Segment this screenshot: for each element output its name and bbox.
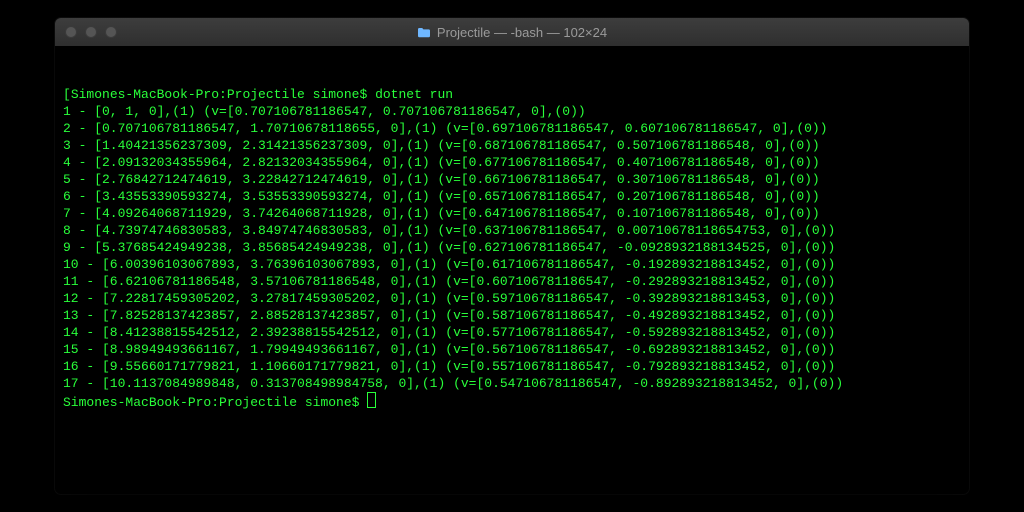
folder-icon bbox=[417, 27, 431, 38]
prompt-host: Simones-MacBook-Pro:Projectile simone$ bbox=[71, 87, 367, 102]
window-controls bbox=[65, 26, 117, 38]
output-line: 17 - [10.1137084989848, 0.31370849898475… bbox=[63, 375, 961, 392]
output-line: 2 - [0.707106781186547, 1.70710678118655… bbox=[63, 120, 961, 137]
terminal-window: Projectile — -bash — 102×24 [Simones-Mac… bbox=[55, 18, 969, 494]
output-line: 11 - [6.62106781186548, 3.57106781186548… bbox=[63, 273, 961, 290]
window-title-text: Projectile — -bash — 102×24 bbox=[437, 25, 607, 40]
output-line: 7 - [4.09264068711929, 3.74264068711928,… bbox=[63, 205, 961, 222]
prompt-line: [Simones-MacBook-Pro:Projectile simone$ … bbox=[63, 86, 961, 103]
output-line: 12 - [7.22817459305202, 3.27817459305202… bbox=[63, 290, 961, 307]
output-line: 10 - [6.00396103067893, 3.76396103067893… bbox=[63, 256, 961, 273]
minimize-icon[interactable] bbox=[85, 26, 97, 38]
prompt-line-2: Simones-MacBook-Pro:Projectile simone$ bbox=[63, 392, 961, 411]
terminal-body[interactable]: [Simones-MacBook-Pro:Projectile simone$ … bbox=[55, 46, 969, 453]
output-line: 3 - [1.40421356237309, 2.31421356237309,… bbox=[63, 137, 961, 154]
output-line: 14 - [8.41238815542512, 2.39238815542512… bbox=[63, 324, 961, 341]
output-line: 6 - [3.43553390593274, 3.53553390593274,… bbox=[63, 188, 961, 205]
output-line: 16 - [9.55660171779821, 1.10660171779821… bbox=[63, 358, 961, 375]
cursor bbox=[367, 392, 376, 408]
output-line: 9 - [5.37685424949238, 3.85685424949238,… bbox=[63, 239, 961, 256]
zoom-icon[interactable] bbox=[105, 26, 117, 38]
close-icon[interactable] bbox=[65, 26, 77, 38]
output-line: 13 - [7.82528137423857, 2.88528137423857… bbox=[63, 307, 961, 324]
output-line: 4 - [2.09132034355964, 2.82132034355964,… bbox=[63, 154, 961, 171]
output-line: 8 - [4.73974746830583, 3.84974746830583,… bbox=[63, 222, 961, 239]
output-line: 15 - [8.98949493661167, 1.79949493661167… bbox=[63, 341, 961, 358]
window-title: Projectile — -bash — 102×24 bbox=[55, 25, 969, 40]
titlebar: Projectile — -bash — 102×24 bbox=[55, 18, 969, 46]
output-line: 1 - [0, 1, 0],(1) (v=[0.707106781186547,… bbox=[63, 103, 961, 120]
prompt-host-2: Simones-MacBook-Pro:Projectile simone$ bbox=[63, 395, 367, 410]
output-line: 5 - [2.76842712474619, 3.22842712474619,… bbox=[63, 171, 961, 188]
prompt-command: dotnet run bbox=[375, 87, 453, 102]
